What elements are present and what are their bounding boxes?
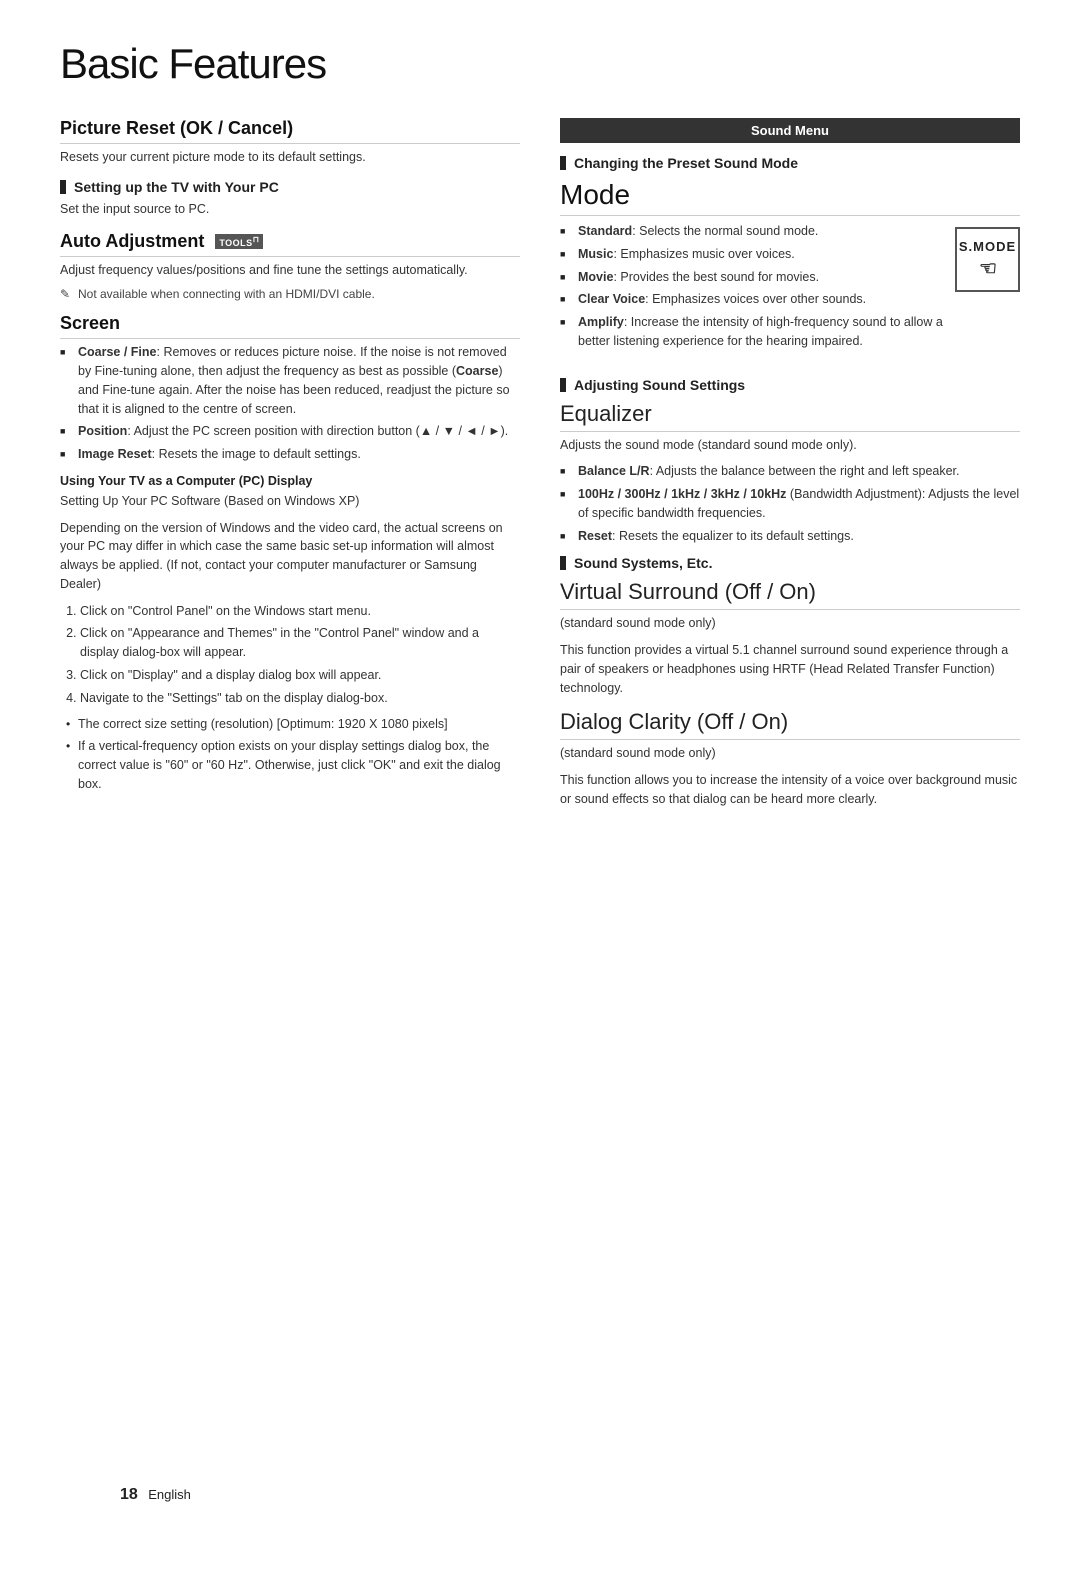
tools-icon: TOOLS⊓ [215, 234, 263, 249]
auto-adjustment-desc: Adjust frequency values/positions and fi… [60, 261, 520, 280]
picture-reset-title: Picture Reset (OK / Cancel) [60, 118, 520, 144]
virtual-surround-section: Virtual Surround (Off / On) (standard so… [560, 579, 1020, 697]
screen-bullet-coarse: Coarse / Fine: Removes or reduces pictur… [60, 343, 520, 418]
dialog-clarity-title: Dialog Clarity (Off / On) [560, 709, 1020, 740]
equalizer-desc: Adjusts the sound mode (standard sound m… [560, 436, 1020, 455]
auto-adjustment-section: Auto Adjustment TOOLS⊓ Adjust frequency … [60, 231, 520, 302]
sound-systems-title: Sound Systems, Etc. [560, 555, 1020, 571]
mode-clear-voice: Clear Voice: Emphasizes voices over othe… [560, 290, 945, 309]
eq-bandwidth: 100Hz / 300Hz / 1kHz / 3kHz / 10kHz (Ban… [560, 485, 1020, 523]
adjusting-sound-section: Adjusting Sound Settings [560, 377, 1020, 393]
ordered-item-1: Click on "Control Panel" on the Windows … [80, 602, 520, 621]
pc-display-title: Using Your TV as a Computer (PC) Display [60, 474, 520, 488]
auto-adjustment-note: Not available when connecting with an HD… [60, 287, 520, 301]
eq-balance: Balance L/R: Adjusts the balance between… [560, 462, 1020, 481]
mode-standard: Standard: Selects the normal sound mode. [560, 222, 945, 241]
dialog-clarity-section: Dialog Clarity (Off / On) (standard soun… [560, 709, 1020, 808]
setting-up-tv-section: Setting up the TV with Your PC Set the i… [60, 179, 520, 219]
eq-reset: Reset: Resets the equalizer to its defau… [560, 527, 1020, 546]
mode-movie: Movie: Provides the best sound for movie… [560, 268, 945, 287]
left-column: Picture Reset (OK / Cancel) Resets your … [60, 118, 520, 817]
smode-box: S.MODE ☞ [955, 227, 1020, 292]
auto-adjustment-title: Auto Adjustment TOOLS⊓ [60, 231, 520, 257]
sub-bullet-frequency: If a vertical-frequency option exists on… [60, 737, 520, 793]
dialog-clarity-desc: This function allows you to increase the… [560, 771, 1020, 809]
mode-amplify: Amplify: Increase the intensity of high-… [560, 313, 945, 351]
mode-bullets: Standard: Selects the normal sound mode.… [560, 222, 945, 355]
ordered-item-2: Click on "Appearance and Themes" in the … [80, 624, 520, 662]
adjusting-sound-title: Adjusting Sound Settings [560, 377, 1020, 393]
page-number: 18 [120, 1486, 138, 1503]
sound-systems-section: Sound Systems, Etc. [560, 555, 1020, 571]
pc-display-ordered-list: Click on "Control Panel" on the Windows … [60, 602, 520, 708]
picture-reset-desc: Resets your current picture mode to its … [60, 148, 520, 167]
smode-hand-icon: ☞ [979, 256, 997, 281]
mode-title: Mode [560, 179, 1020, 216]
mode-music: Music: Emphasizes music over voices. [560, 245, 945, 264]
smode-label: S.MODE [959, 239, 1016, 254]
dialog-clarity-note: (standard sound mode only) [560, 744, 1020, 763]
pc-display-section: Using Your TV as a Computer (PC) Display… [60, 474, 520, 794]
pc-display-desc: Setting Up Your PC Software (Based on Wi… [60, 492, 520, 511]
right-column: Sound Menu Changing the Preset Sound Mod… [560, 118, 1020, 817]
equalizer-section: Equalizer Adjusts the sound mode (standa… [560, 401, 1020, 546]
screen-bullet-image-reset: Image Reset: Resets the image to default… [60, 445, 520, 464]
ordered-item-3: Click on "Display" and a display dialog … [80, 666, 520, 685]
changing-preset-title: Changing the Preset Sound Mode [560, 155, 1020, 171]
screen-title: Screen [60, 313, 520, 339]
sound-menu-header: Sound Menu [560, 118, 1020, 143]
picture-reset-section: Picture Reset (OK / Cancel) Resets your … [60, 118, 520, 167]
pc-display-body: Depending on the version of Windows and … [60, 519, 520, 594]
changing-preset-section: Changing the Preset Sound Mode [560, 155, 1020, 171]
pc-display-sub-bullets: The correct size setting (resolution) [O… [60, 715, 520, 793]
setting-up-tv-desc: Set the input source to PC. [60, 200, 520, 219]
virtual-surround-desc: This function provides a virtual 5.1 cha… [560, 641, 1020, 697]
screen-bullet-position: Position: Adjust the PC screen position … [60, 422, 520, 441]
mode-section: Mode Standard: Selects the normal sound … [560, 179, 1020, 365]
equalizer-bullets: Balance L/R: Adjusts the balance between… [560, 462, 1020, 545]
page-language: English [148, 1487, 191, 1502]
screen-bullets: Coarse / Fine: Removes or reduces pictur… [60, 343, 520, 464]
setting-up-tv-title: Setting up the TV with Your PC [60, 179, 520, 195]
page-footer: 18 English [120, 1486, 191, 1504]
screen-section: Screen Coarse / Fine: Removes or reduces… [60, 313, 520, 793]
virtual-surround-note: (standard sound mode only) [560, 614, 1020, 633]
equalizer-title: Equalizer [560, 401, 1020, 432]
ordered-item-4: Navigate to the "Settings" tab on the di… [80, 689, 520, 708]
virtual-surround-title: Virtual Surround (Off / On) [560, 579, 1020, 610]
page-title: Basic Features [60, 40, 1020, 88]
sub-bullet-resolution: The correct size setting (resolution) [O… [60, 715, 520, 734]
